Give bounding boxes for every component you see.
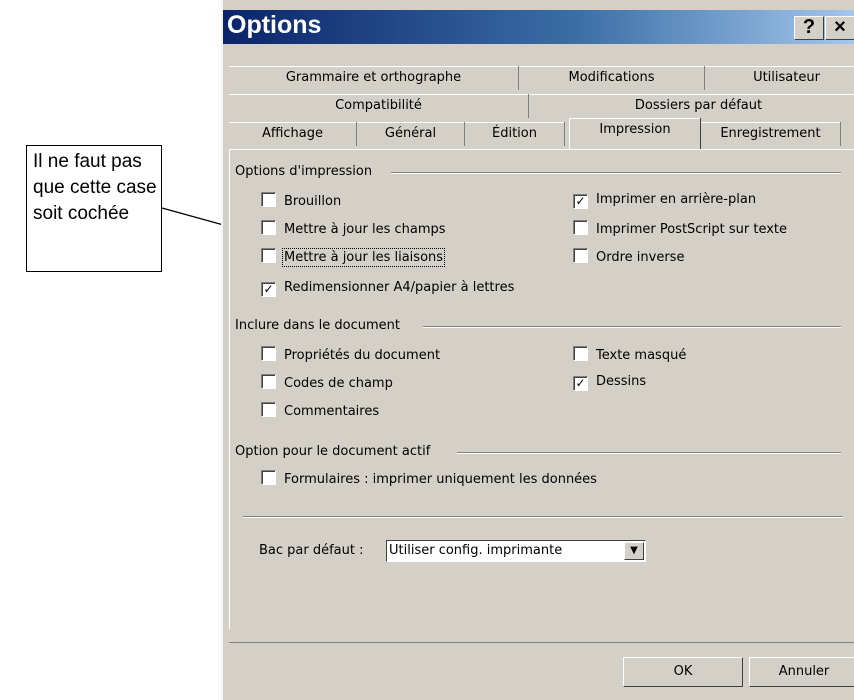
checkbox-label: Commentaires xyxy=(284,404,380,419)
checkbox-box[interactable] xyxy=(261,248,276,263)
close-icon: × xyxy=(834,16,846,38)
group-rule-print xyxy=(391,172,841,174)
group-rule-include xyxy=(423,326,841,328)
checkbox-box[interactable] xyxy=(261,374,276,389)
tab-compatibilite[interactable]: Compatibilité xyxy=(229,94,529,118)
tab-dossiers[interactable]: Dossiers par défaut xyxy=(529,94,854,118)
checkbox-label: Formulaires : imprimer uniquement les do… xyxy=(284,472,597,487)
checkbox-box[interactable] xyxy=(261,470,276,485)
tab-affichage[interactable]: Affichage xyxy=(229,122,357,146)
checkbox-label: Mettre à jour les liaisons xyxy=(281,248,446,267)
checkbox-label: Ordre inverse xyxy=(596,250,685,265)
checkbox-label: Propriétés du document xyxy=(284,348,441,363)
tab-grammaire[interactable]: Grammaire et orthographe xyxy=(229,66,519,90)
checkbox-label: Dessins xyxy=(596,374,647,389)
checkbox-label: Redimensionner A4/papier à lettres xyxy=(284,280,515,295)
tab-utilisateur[interactable]: Utilisateur xyxy=(705,66,854,90)
checkbox-label: Texte masqué xyxy=(596,348,687,363)
checkbox-label: Brouillon xyxy=(284,194,342,209)
checkbox-texte-masque[interactable]: Texte masqué xyxy=(573,346,686,363)
checkbox-imprimer-postscript[interactable]: Imprimer PostScript sur texte xyxy=(573,220,787,237)
checkbox-box[interactable] xyxy=(261,346,276,361)
checkbox-label: Codes de champ xyxy=(284,376,393,391)
checkbox-box-checked[interactable]: ✓ xyxy=(261,282,276,297)
checkbox-ordre-inverse[interactable]: Ordre inverse xyxy=(573,248,684,265)
tab-impression[interactable]: Impression xyxy=(569,118,701,149)
checkbox-commentaires[interactable]: Commentaires xyxy=(261,402,379,419)
tray-label: Bac par défaut : xyxy=(259,543,364,558)
separator xyxy=(243,516,843,518)
group-rule-active xyxy=(457,452,841,454)
checkbox-box-checked[interactable]: ✓ xyxy=(573,194,588,209)
checkbox-imprimer-arriere-plan[interactable]: ✓ Imprimer en arrière-plan xyxy=(573,192,756,209)
group-title-print-options: Options d'impression xyxy=(235,164,373,179)
close-button[interactable]: × xyxy=(825,16,854,40)
checkbox-label: Imprimer PostScript sur texte xyxy=(596,222,788,237)
panel-bottom-edge xyxy=(229,642,854,643)
checkbox-mettre-a-jour-liaisons[interactable]: Mettre à jour les liaisons xyxy=(261,248,446,267)
checkbox-mettre-a-jour-champs[interactable]: Mettre à jour les champs xyxy=(261,220,446,237)
options-dialog: Options ? × Grammaire et orthographe Mod… xyxy=(221,0,854,700)
checkbox-codes-champ[interactable]: Codes de champ xyxy=(261,374,393,391)
checkbox-brouillon[interactable]: Brouillon xyxy=(261,192,341,209)
checkbox-proprietes-document[interactable]: Propriétés du document xyxy=(261,346,440,363)
checkbox-label: Mettre à jour les champs xyxy=(284,222,446,237)
checkbox-dessins[interactable]: ✓ Dessins xyxy=(573,374,646,391)
group-title-active-document: Option pour le document actif xyxy=(235,444,431,459)
checkbox-box[interactable] xyxy=(261,220,276,235)
help-icon: ? xyxy=(802,16,816,38)
group-title-include: Inclure dans le document xyxy=(235,318,400,333)
dialog-title: Options xyxy=(227,11,322,39)
checkbox-redimensionner-a4[interactable]: ✓ Redimensionner A4/papier à lettres xyxy=(261,280,514,297)
tray-select[interactable]: Utiliser config. imprimante ▼ xyxy=(386,540,646,562)
checkbox-box[interactable] xyxy=(573,220,588,235)
tab-modifications[interactable]: Modifications xyxy=(519,66,705,90)
checkbox-label: Imprimer en arrière-plan xyxy=(596,192,757,207)
tab-row-3: Affichage Général Édition Impression Enr… xyxy=(229,118,854,149)
tab-general[interactable]: Général xyxy=(357,122,465,146)
checkbox-box[interactable] xyxy=(261,402,276,417)
cancel-button[interactable]: Annuler xyxy=(749,657,854,687)
checkbox-box[interactable] xyxy=(573,248,588,263)
tab-row-2: Compatibilité Dossiers par défaut xyxy=(229,94,854,118)
ok-button[interactable]: OK xyxy=(623,657,743,687)
checkbox-box[interactable] xyxy=(261,192,276,207)
title-bar[interactable]: Options ? × xyxy=(223,10,854,44)
checkbox-formulaires[interactable]: Formulaires : imprimer uniquement les do… xyxy=(261,470,597,487)
checkbox-box[interactable] xyxy=(573,346,588,361)
help-button[interactable]: ? xyxy=(794,16,824,40)
tab-row-1: Grammaire et orthographe Modifications U… xyxy=(229,66,854,90)
dropdown-arrow-icon[interactable]: ▼ xyxy=(624,542,644,560)
tray-select-value: Utiliser config. imprimante xyxy=(389,543,563,558)
tab-edition[interactable]: Édition xyxy=(465,122,565,146)
checkbox-box-checked[interactable]: ✓ xyxy=(573,376,588,391)
tab-enregistrement[interactable]: Enregistrement xyxy=(701,122,841,146)
